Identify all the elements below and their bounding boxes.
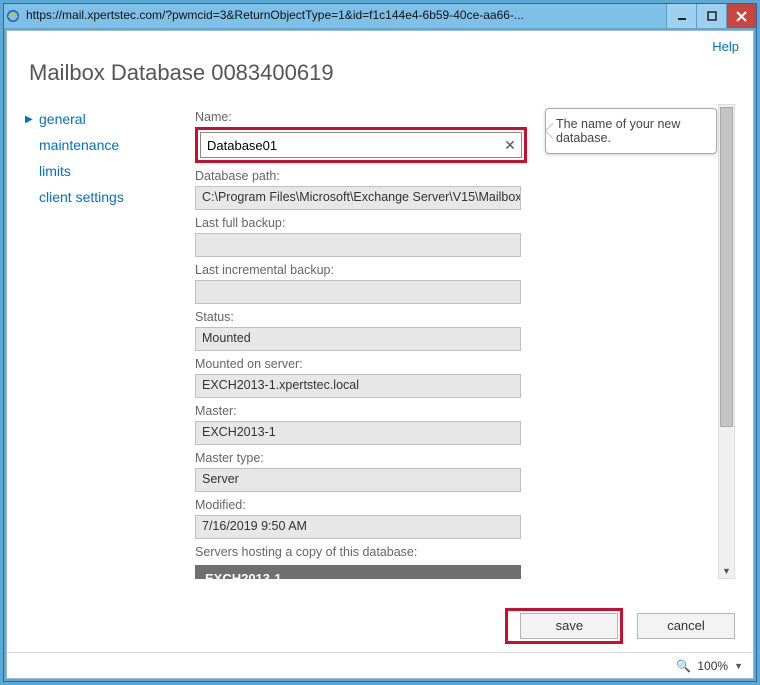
zoom-dropdown-icon[interactable]: ▼: [734, 661, 743, 671]
zoom-level: 100%: [697, 659, 728, 673]
help-link[interactable]: Help: [712, 39, 739, 54]
address-bar[interactable]: https://mail.xpertstec.com/?pwmcid=3&Ret…: [22, 4, 666, 28]
master-label: Master:: [195, 404, 712, 418]
mountedon-label: Mounted on server:: [195, 357, 712, 371]
modified-label: Modified:: [195, 498, 712, 512]
zoom-icon[interactable]: 🔍: [676, 659, 691, 673]
scroll-thumb[interactable]: [720, 107, 733, 427]
name-input[interactable]: ✕: [200, 132, 522, 158]
mastertype-value: Server: [195, 468, 521, 492]
form-area: Name: ✕ The name of your new database. D…: [195, 104, 741, 598]
caret-right-icon: ▶: [25, 114, 39, 125]
name-field-highlight: ✕: [195, 127, 527, 163]
sidebar-item-label: general: [39, 111, 86, 127]
sidebar-item-label: client settings: [39, 189, 124, 205]
mastertype-label: Master type:: [195, 451, 712, 465]
lastinc-label: Last incremental backup:: [195, 263, 712, 277]
lastinc-value: [195, 280, 521, 304]
mountedon-value: EXCH2013-1.xpertstec.local: [195, 374, 521, 398]
sidebar-item-general[interactable]: ▶general: [25, 106, 195, 132]
page-title: Mailbox Database 0083400619: [7, 54, 753, 104]
sidebar-item-label: limits: [39, 163, 71, 179]
ie-favicon: [4, 4, 22, 28]
scroll-down-icon[interactable]: ▼: [719, 563, 734, 579]
lastfull-label: Last full backup:: [195, 216, 712, 230]
servershosting-label: Servers hosting a copy of this database:: [195, 545, 712, 559]
titlebar: https://mail.xpertstec.com/?pwmcid=3&Ret…: [4, 4, 756, 28]
sidebar-item-client-settings[interactable]: ▶client settings: [25, 184, 195, 210]
page-content: Help Mailbox Database 0083400619 ▶genera…: [6, 30, 754, 679]
dialog-buttons: save cancel: [7, 598, 753, 652]
clear-input-icon[interactable]: ✕: [499, 137, 521, 154]
sidebar: ▶general ▶maintenance ▶limits ▶client se…: [25, 104, 195, 598]
sidebar-item-limits[interactable]: ▶limits: [25, 158, 195, 184]
status-value: Mounted: [195, 327, 521, 351]
save-button-highlight: save: [505, 608, 623, 644]
servershosting-row[interactable]: EXCH2013-1: [195, 565, 521, 579]
maximize-button[interactable]: [696, 4, 726, 28]
sidebar-item-maintenance[interactable]: ▶maintenance: [25, 132, 195, 158]
save-button[interactable]: save: [520, 613, 618, 639]
dbpath-label: Database path:: [195, 169, 712, 183]
window-controls: [666, 4, 756, 28]
browser-statusbar: 🔍 100% ▼: [7, 652, 753, 678]
lastfull-value: [195, 233, 521, 257]
status-label: Status:: [195, 310, 712, 324]
scrollbar[interactable]: ▲ ▼: [718, 104, 735, 579]
name-input-text[interactable]: [201, 136, 499, 155]
browser-window: https://mail.xpertstec.com/?pwmcid=3&Ret…: [3, 3, 757, 682]
sidebar-item-label: maintenance: [39, 137, 119, 153]
close-button[interactable]: [726, 4, 756, 28]
dbpath-value: C:\Program Files\Microsoft\Exchange Serv…: [195, 186, 521, 210]
master-value: EXCH2013-1: [195, 421, 521, 445]
name-tooltip: The name of your new database.: [545, 108, 712, 154]
modified-value: 7/16/2019 9:50 AM: [195, 515, 521, 539]
cancel-button[interactable]: cancel: [637, 613, 735, 639]
minimize-button[interactable]: [666, 4, 696, 28]
